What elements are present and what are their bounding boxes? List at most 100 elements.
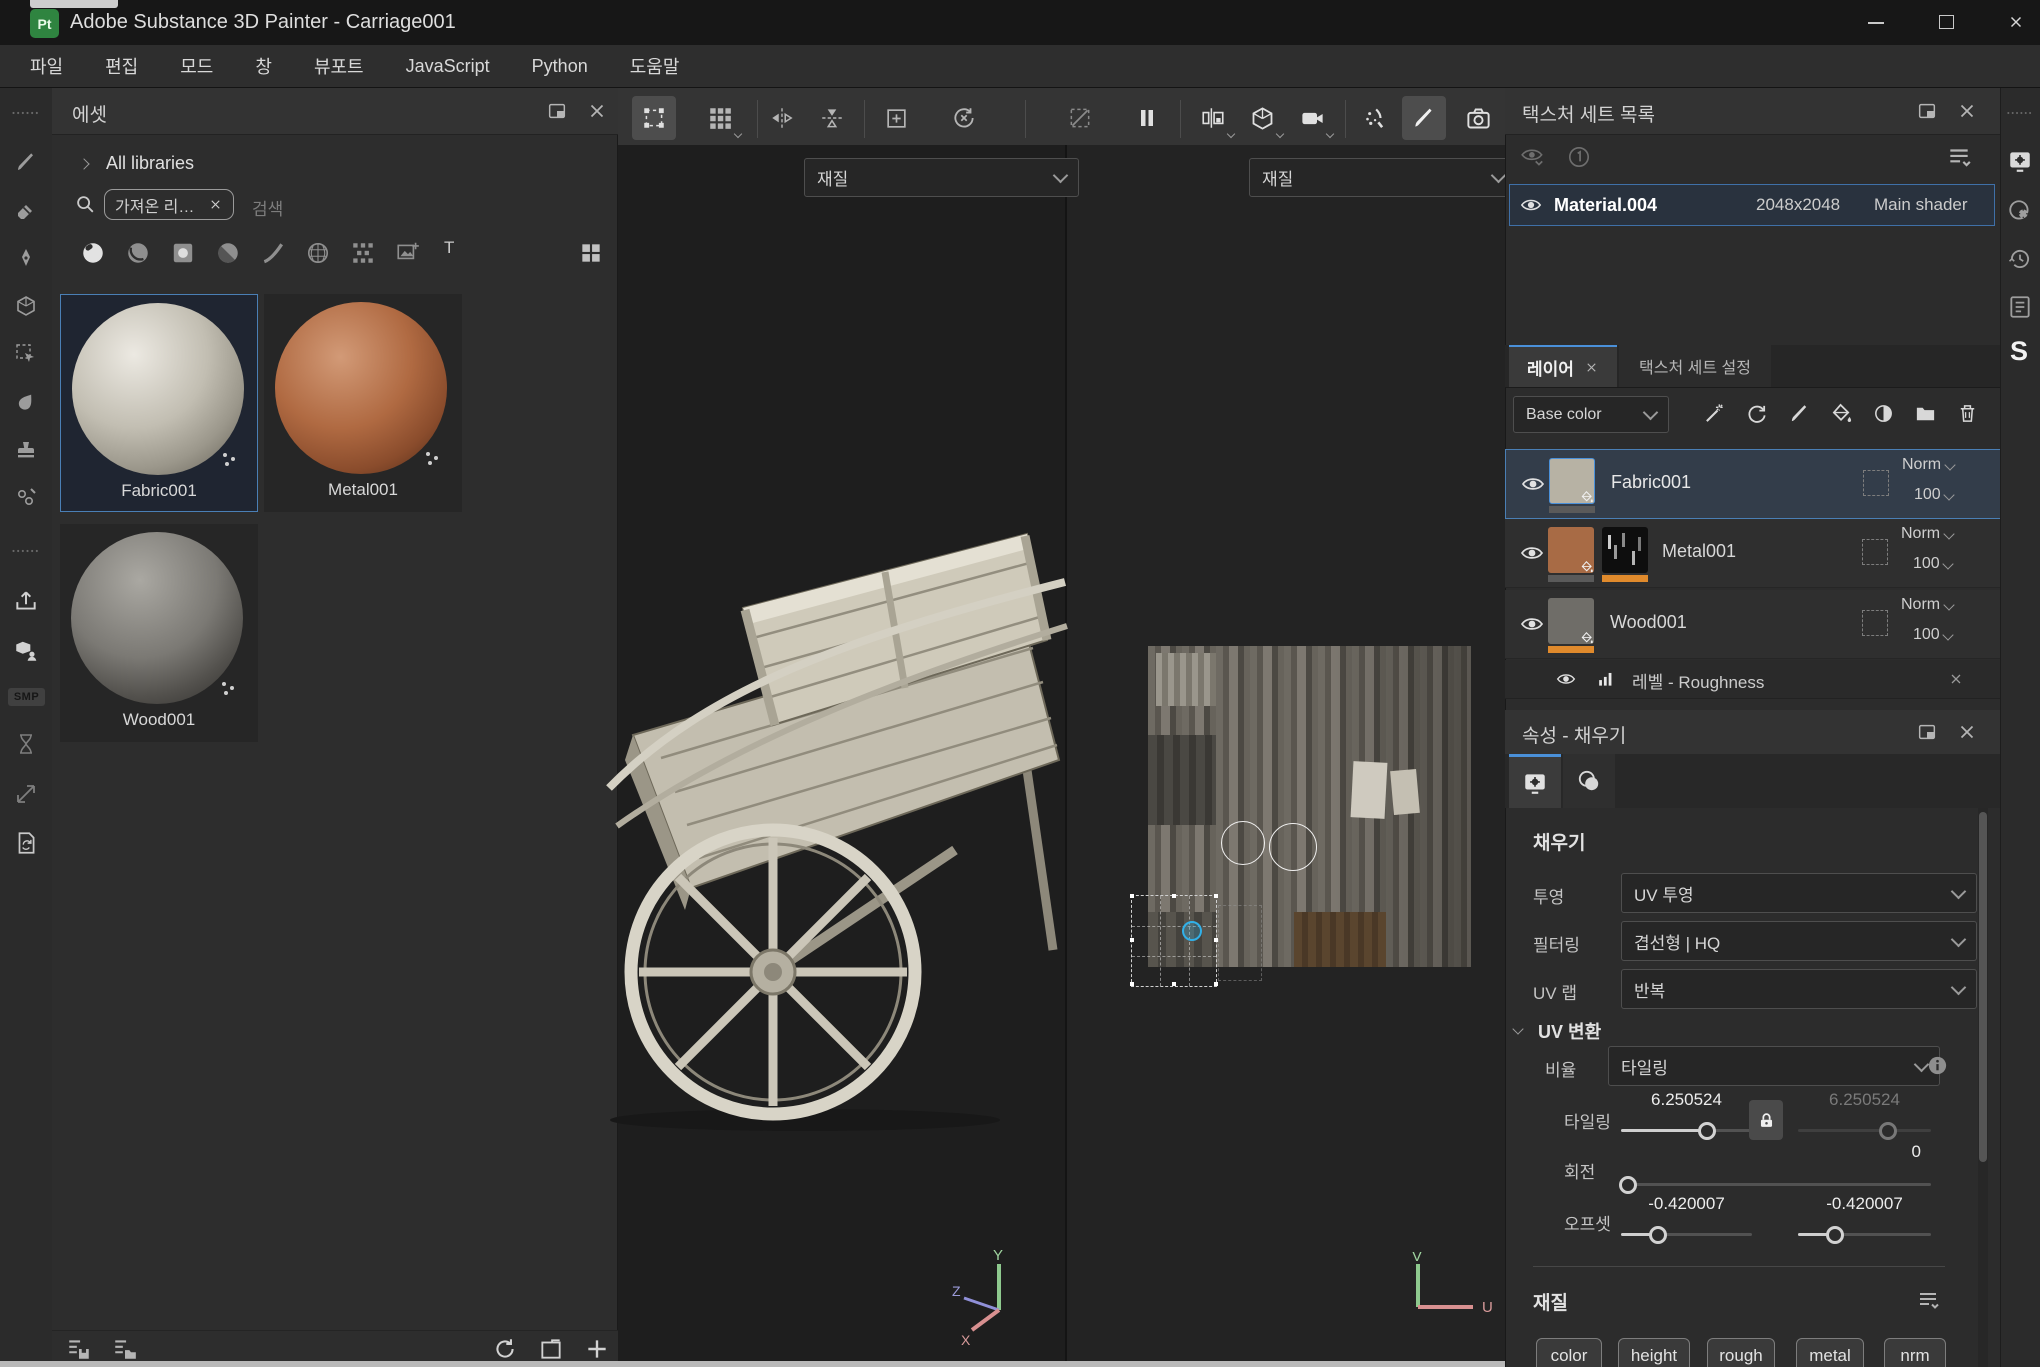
- navigation-gizmo-3d[interactable]: Y Z X: [952, 1248, 1052, 1353]
- properties-scrollbar[interactable]: [1978, 808, 1988, 1367]
- tiling-x-slider[interactable]: [1621, 1129, 1752, 1132]
- offset-x-slider[interactable]: [1621, 1233, 1752, 1236]
- assets-3d-icon[interactable]: [13, 638, 39, 664]
- export-icon[interactable]: [13, 588, 39, 614]
- effect-row-levels-roughness[interactable]: 레벨 - Roughness: [1505, 660, 2000, 699]
- reset-rotation-button[interactable]: [942, 96, 986, 140]
- shelf-list-folder-icon[interactable]: [112, 1336, 138, 1362]
- texture-set-solo-icon[interactable]: [1566, 144, 1592, 170]
- rotation-value[interactable]: 0: [1621, 1142, 1921, 1162]
- offset-y-slider[interactable]: [1798, 1233, 1931, 1236]
- display-settings-icon[interactable]: [2007, 148, 2033, 174]
- layer-row-metal001[interactable]: Metal001 Norm 100: [1505, 519, 2000, 588]
- texture-set-visibility-icon[interactable]: [1520, 144, 1546, 170]
- close-window-button[interactable]: [2002, 8, 2030, 36]
- tab-layers[interactable]: 레이어: [1509, 345, 1617, 387]
- history-icon[interactable]: [2007, 246, 2033, 272]
- layer-opacity[interactable]: 100: [1914, 486, 1953, 504]
- mirror-horizontal-button[interactable]: [760, 96, 804, 140]
- texture-set-row-eye-icon[interactable]: [1520, 194, 1542, 216]
- lasso-selection-button[interactable]: [1058, 96, 1102, 140]
- projection-pen-tool-icon[interactable]: [14, 246, 38, 270]
- filter-smart-masks-icon[interactable]: [170, 240, 196, 266]
- filter-filters-icon[interactable]: [215, 240, 241, 266]
- uv-move-gizmo[interactable]: [1182, 921, 1202, 941]
- properties-scrollbar-thumb[interactable]: [1979, 812, 1987, 1162]
- offset-x-value[interactable]: -0.420007: [1621, 1194, 1752, 1214]
- add-folder-icon[interactable]: [1914, 402, 1937, 425]
- layer-thumbnail[interactable]: [1548, 527, 1594, 573]
- shelf-refresh-icon[interactable]: [492, 1336, 518, 1362]
- menu-javascript[interactable]: JavaScript: [406, 56, 490, 77]
- hourglass-icon[interactable]: [14, 732, 38, 756]
- layer-opacity[interactable]: 100: [1913, 555, 1952, 573]
- selection-tool-icon[interactable]: [14, 342, 38, 366]
- tiling-y-slider[interactable]: [1798, 1129, 1931, 1132]
- layer-blend-mode[interactable]: Norm: [1901, 525, 1953, 543]
- uv-island-selection[interactable]: [1131, 895, 1217, 987]
- expand-external-icon[interactable]: [14, 782, 38, 806]
- view-3d-mode-button[interactable]: [1240, 96, 1284, 140]
- texture-set-filter-icon[interactable]: [1946, 144, 1972, 170]
- material-section-filter-icon[interactable]: [1916, 1288, 1940, 1312]
- left-strip-drag-handle[interactable]: [11, 110, 41, 116]
- tab-layers-close-icon[interactable]: [1584, 360, 1599, 375]
- paint-mode-button[interactable]: [1402, 96, 1446, 140]
- asset-tile-metal001[interactable]: Metal001: [264, 294, 462, 512]
- filter-brushes-icon[interactable]: [260, 240, 286, 266]
- smudge-tool-icon[interactable]: [14, 390, 38, 414]
- camera-view-button[interactable]: [1290, 96, 1334, 140]
- search-tag-pill[interactable]: 가져온 리…: [104, 189, 234, 220]
- right-strip-drag-handle[interactable]: [2006, 110, 2034, 116]
- channel-button-rough[interactable]: rough: [1707, 1338, 1775, 1367]
- uv-island-handle[interactable]: [1130, 894, 1134, 898]
- all-libraries-label[interactable]: All libraries: [106, 153, 194, 174]
- tab-material-properties[interactable]: [1563, 754, 1615, 808]
- material-mode-select-2d[interactable]: 재질: [1249, 158, 1517, 197]
- filter-materials-icon[interactable]: [80, 240, 106, 266]
- shelf-add-icon[interactable]: [584, 1336, 610, 1362]
- layer-row-fabric001[interactable]: Fabric001 Norm 100: [1505, 449, 2002, 519]
- menu-window[interactable]: 창: [255, 53, 272, 79]
- layer-thumbnail[interactable]: [1549, 458, 1595, 504]
- carriage-3d-model[interactable]: [595, 520, 1075, 1135]
- layer-blend-mode[interactable]: Norm: [1901, 596, 1953, 614]
- channel-button-nrm[interactable]: nrm: [1884, 1338, 1946, 1367]
- channel-select[interactable]: Base color: [1513, 396, 1669, 433]
- tab-texture-set-settings[interactable]: 택스처 세트 설정: [1619, 345, 1771, 387]
- frame-center-button[interactable]: [874, 96, 918, 140]
- asset-tile-fabric001[interactable]: Fabric001: [60, 294, 258, 512]
- left-strip-drag-handle-2[interactable]: [11, 548, 41, 554]
- texture-set-close-icon[interactable]: [1956, 100, 1978, 122]
- add-paint-layer-icon[interactable]: [1788, 402, 1811, 425]
- menu-edit[interactable]: 편집: [105, 53, 138, 79]
- effect-eye-icon[interactable]: [1556, 669, 1576, 689]
- log-icon[interactable]: [2007, 294, 2033, 320]
- filter-fonts-icon[interactable]: T: [444, 238, 454, 258]
- channel-button-height[interactable]: height: [1618, 1338, 1690, 1367]
- maximize-button[interactable]: [1932, 8, 1960, 36]
- menu-mode[interactable]: 모드: [180, 53, 213, 79]
- offset-y-value[interactable]: -0.420007: [1798, 1194, 1931, 1214]
- paint-brush-tool-icon[interactable]: [14, 150, 38, 174]
- filter-procedurals-icon[interactable]: [350, 240, 376, 266]
- filter-environments-icon[interactable]: [305, 240, 331, 266]
- layer-thumbnail[interactable]: [1548, 598, 1594, 644]
- tiling-lock-button[interactable]: [1749, 1100, 1783, 1140]
- channel-button-metal[interactable]: metal: [1796, 1338, 1864, 1367]
- add-mask-icon[interactable]: [1872, 402, 1895, 425]
- material-mode-select-3d[interactable]: 재질: [804, 158, 1079, 197]
- asset-tile-wood001[interactable]: Wood001: [60, 524, 258, 742]
- scale-info-icon[interactable]: [1926, 1054, 1949, 1077]
- pause-engine-button[interactable]: [1125, 96, 1169, 140]
- menu-help[interactable]: 도움말: [630, 53, 680, 79]
- shelf-new-frame-icon[interactable]: [538, 1336, 564, 1362]
- layer-blend-mode[interactable]: Norm: [1902, 456, 1954, 474]
- projection-select[interactable]: UV 투영: [1621, 873, 1977, 913]
- layer-eye-icon[interactable]: [1520, 541, 1544, 565]
- particles-button[interactable]: [1352, 96, 1396, 140]
- clone-stamp-tool-icon[interactable]: [14, 438, 38, 462]
- add-fill-layer-icon[interactable]: [1830, 402, 1853, 425]
- channel-button-color[interactable]: color: [1536, 1338, 1602, 1367]
- eraser-tool-icon[interactable]: [14, 198, 38, 222]
